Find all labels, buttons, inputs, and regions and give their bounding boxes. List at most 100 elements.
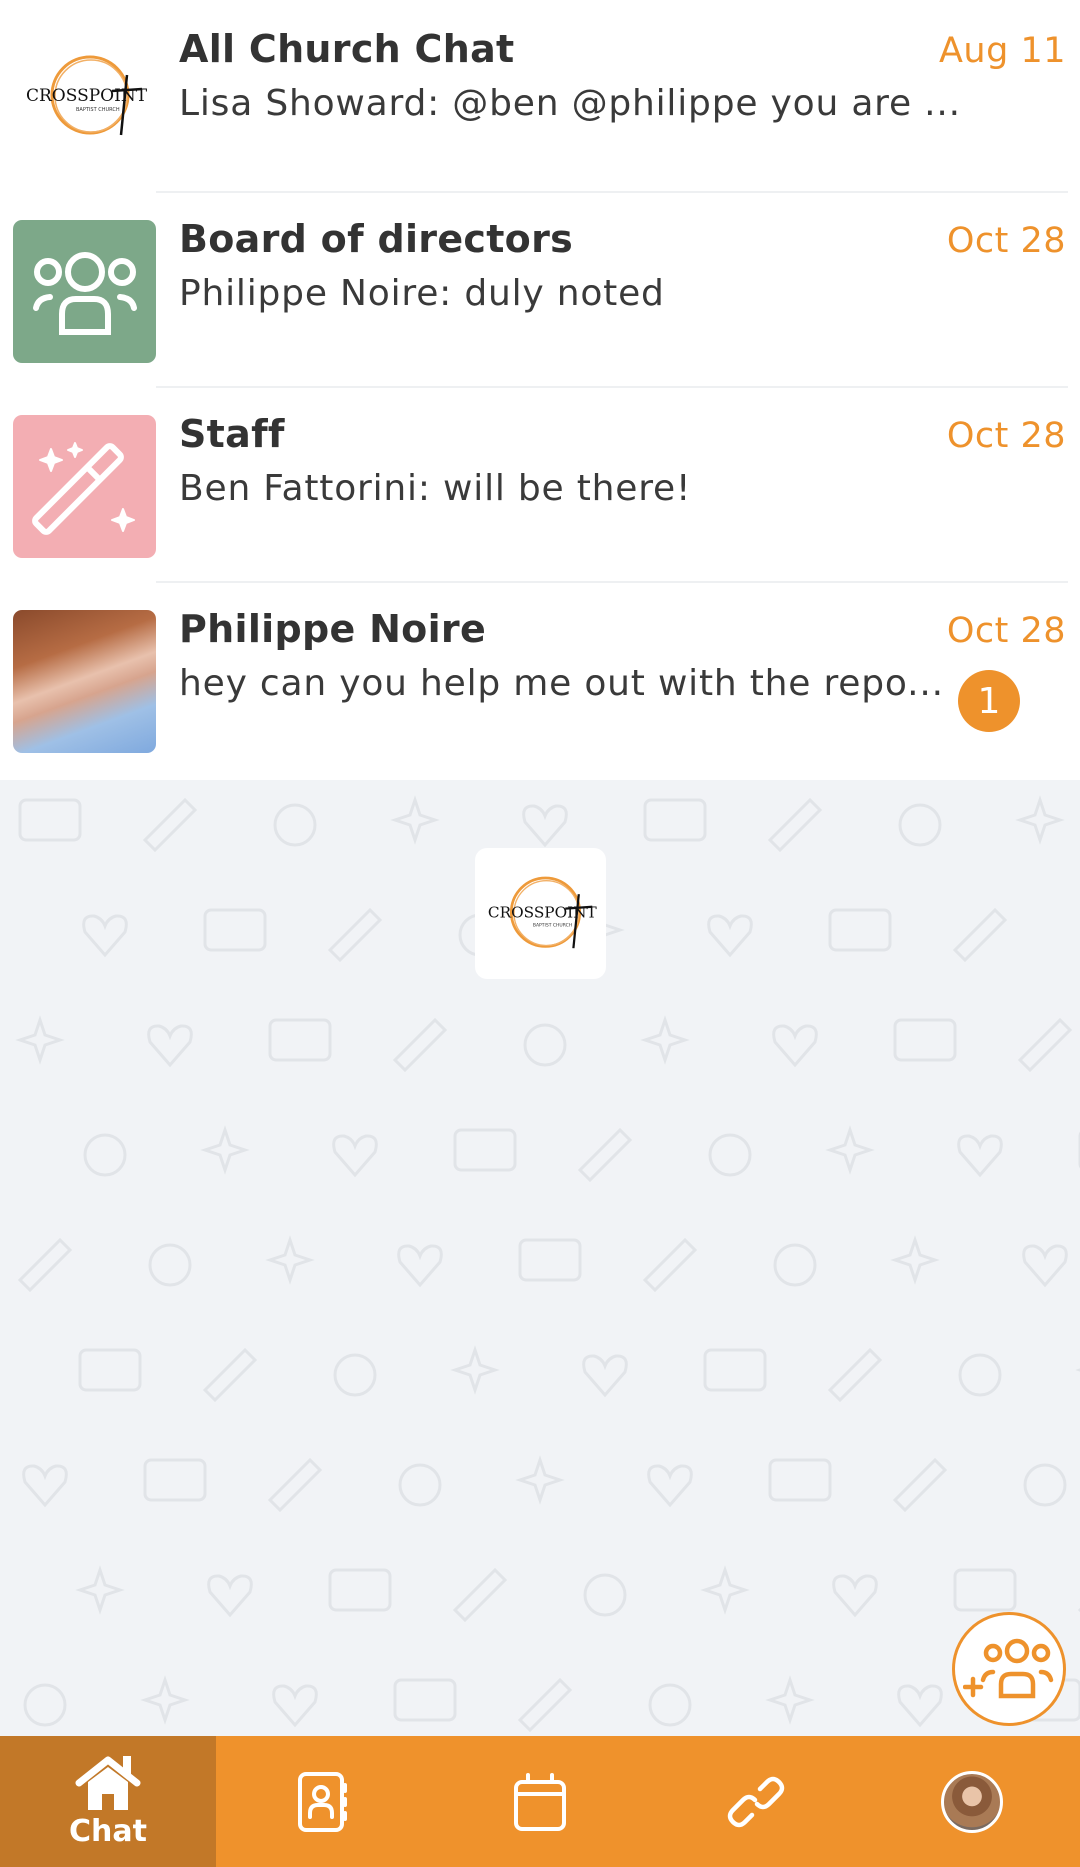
doodle-shape <box>450 1345 500 1395</box>
calendar-icon <box>514 1772 566 1831</box>
doodle-shape <box>768 1458 832 1502</box>
doodle-shape <box>773 1243 817 1287</box>
doodle-shape <box>825 1125 875 1175</box>
profile-avatar <box>941 1770 1003 1833</box>
chat-date: Oct 28 <box>946 611 1066 651</box>
doodle-shape <box>953 1568 1017 1612</box>
doodle-shape <box>398 1463 442 1507</box>
doodle-shape <box>1015 795 1065 845</box>
doodle-shape <box>273 803 317 847</box>
doodle-shape <box>772 1024 818 1068</box>
doodle-shape <box>647 1464 693 1508</box>
doodle-shape <box>1023 1463 1067 1507</box>
doodle-shape <box>577 1127 633 1183</box>
home-icon <box>75 1756 141 1810</box>
group-avatar <box>13 220 156 363</box>
doodle-shape <box>958 1353 1002 1397</box>
chat-preview: Philippe Noire: duly noted <box>179 273 665 314</box>
doodle-shape <box>272 1684 318 1728</box>
doodle-shape <box>148 1243 192 1287</box>
crosspoint-logo-icon: CROSSPOINT BAPTIST CHURCH <box>26 55 147 135</box>
doodle-shape <box>703 1348 767 1392</box>
chat-preview: Ben Fattorini: will be there! <box>179 468 692 509</box>
new-group-button[interactable] <box>952 1612 1066 1726</box>
doodle-shape <box>832 1574 878 1618</box>
doodle-shape <box>583 1573 627 1617</box>
doodle-shape <box>327 907 383 963</box>
chat-title: Staff <box>179 412 285 456</box>
chat-date: Aug 11 <box>938 31 1066 71</box>
doodle-shape <box>892 1457 948 1513</box>
chat-row-staff[interactable]: Staff Ben Fattorini: will be there! Oct … <box>0 388 1080 583</box>
doodle-shape <box>952 907 1008 963</box>
doodle-shape <box>83 1133 127 1177</box>
doodle-shape <box>453 1128 517 1172</box>
nav-tab-chat[interactable]: Chat <box>0 1736 216 1867</box>
doodle-shape <box>23 1683 67 1727</box>
doodle-shape <box>767 797 823 853</box>
doodle-shape <box>898 803 942 847</box>
nav-tab-calendar[interactable] <box>432 1736 648 1867</box>
chat-row-board-of-directors[interactable]: Board of directors Philippe Noire: duly … <box>0 193 1080 388</box>
doodle-shape <box>1017 1017 1073 1073</box>
doodle-shape <box>828 908 892 952</box>
group-icon <box>32 251 137 335</box>
chat-preview: hey can you help me out with the repo... <box>179 663 944 704</box>
doodle-shape <box>203 908 267 952</box>
chat-row-philippe-noire[interactable]: Philippe Noire hey can you help me out w… <box>0 583 1080 780</box>
chat-date: Oct 28 <box>946 416 1066 456</box>
doodle-shape <box>523 1023 567 1067</box>
chat-row-all-church-chat[interactable]: CROSSPOINT BAPTIST CHURCH All Church Cha… <box>0 0 1080 193</box>
doodle-shape <box>202 1347 258 1403</box>
doodle-shape <box>142 797 198 853</box>
doodle-shape <box>397 1244 443 1288</box>
doodle-shape <box>75 1565 125 1615</box>
doodle-shape <box>708 1133 752 1177</box>
doodle-shape <box>643 798 707 842</box>
doodle-shape <box>78 1348 142 1392</box>
doodle-shape <box>765 1675 815 1725</box>
doodle-shape <box>265 1235 315 1285</box>
doodle-shape <box>390 795 440 845</box>
doodle-shape <box>18 798 82 842</box>
doodle-shape <box>515 1455 565 1505</box>
doodle-shape <box>393 1678 457 1722</box>
nav-tab-links[interactable] <box>648 1736 864 1867</box>
doodle-shape <box>897 1684 943 1728</box>
doodle-shape <box>17 1237 73 1293</box>
nav-tab-profile[interactable] <box>864 1736 1080 1867</box>
center-church-logo: CROSSPOINT BAPTIST CHURCH <box>475 848 606 979</box>
doodle-shape <box>392 1017 448 1073</box>
doodle-shape <box>582 1354 628 1398</box>
chat-title: All Church Chat <box>179 27 515 71</box>
doodle-shape <box>147 1024 193 1068</box>
bottom-navigation: Chat <box>0 1736 1080 1867</box>
doodle-shape <box>267 1457 323 1513</box>
doodle-shape <box>827 1347 883 1403</box>
doodle-shape <box>22 1464 68 1508</box>
doodle-shape <box>707 914 753 958</box>
doodle-shape <box>140 1675 190 1725</box>
nav-tab-contacts[interactable] <box>216 1736 432 1867</box>
doodle-shape <box>452 1567 508 1623</box>
doodle-shape <box>642 1237 698 1293</box>
logo-subtitle: BAPTIST CHURCH <box>76 107 120 113</box>
doodle-shape <box>143 1458 207 1502</box>
nav-label-chat: Chat <box>69 1814 147 1849</box>
doodle-shape <box>518 1238 582 1282</box>
link-icon <box>727 1776 785 1827</box>
doodle-shape <box>893 1018 957 1062</box>
unread-badge: 1 <box>958 670 1020 732</box>
doodle-shape <box>640 1015 690 1065</box>
doodle-shape <box>328 1568 392 1612</box>
crosspoint-logo-avatar: CROSSPOINT BAPTIST CHURCH <box>13 25 156 168</box>
chat-title: Philippe Noire <box>179 607 487 651</box>
doodle-shape <box>648 1683 692 1727</box>
crosspoint-logo-icon: CROSSPOINT BAPTIST CHURCH <box>487 876 597 948</box>
chat-title: Board of directors <box>179 217 574 261</box>
magic-wand-avatar <box>13 415 156 558</box>
doodle-shape <box>522 804 568 848</box>
chat-list: CROSSPOINT BAPTIST CHURCH All Church Cha… <box>0 0 1080 780</box>
doodle-shape <box>200 1125 250 1175</box>
doodle-shape <box>15 1015 65 1065</box>
